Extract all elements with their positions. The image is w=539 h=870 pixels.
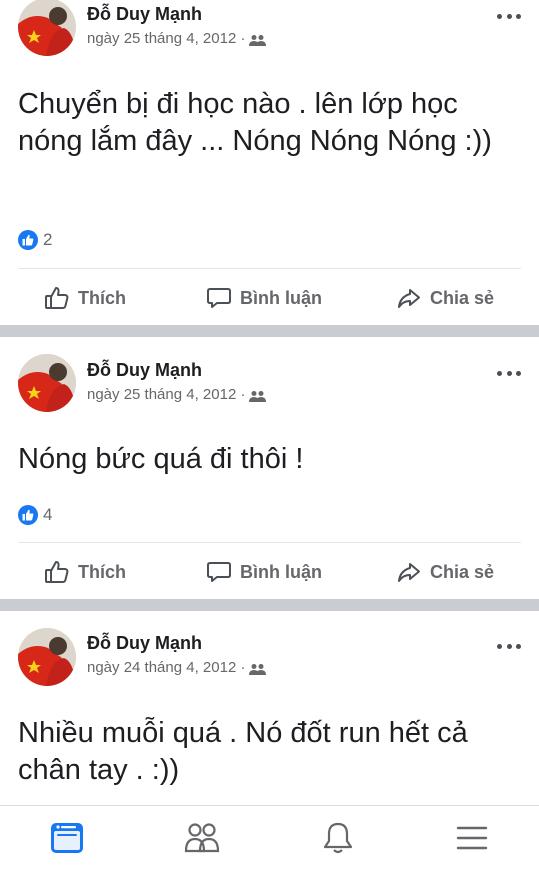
friends-icon[interactable]: [249, 662, 267, 675]
speech-bubble-icon: [206, 559, 232, 585]
friends-icon[interactable]: [249, 33, 267, 46]
comment-button[interactable]: Bình luận: [206, 552, 322, 592]
author-name[interactable]: Đỗ Duy Mạnh: [87, 4, 202, 25]
like-reaction-icon: [18, 505, 38, 525]
author-name[interactable]: Đỗ Duy Mạnh: [87, 360, 202, 381]
reaction-summary[interactable]: 4: [18, 505, 52, 525]
news-feed-icon[interactable]: [47, 820, 87, 856]
more-dots-icon[interactable]: [497, 642, 521, 650]
share-label: Chia sẻ: [430, 287, 495, 308]
divider: [18, 542, 521, 543]
friends-icon[interactable]: [182, 820, 222, 856]
like-count: 4: [43, 505, 53, 524]
like-button[interactable]: Thích: [44, 552, 126, 592]
post-actions: Thích Bình luận Chia sẻ: [0, 278, 539, 318]
share-button[interactable]: Chia sẻ: [396, 278, 494, 318]
friends-icon[interactable]: [249, 389, 267, 402]
post-separator: [0, 325, 539, 337]
avatar[interactable]: [18, 0, 76, 56]
reaction-summary[interactable]: 2: [18, 230, 52, 250]
thumbs-up-icon: [44, 559, 70, 585]
like-button[interactable]: Thích: [44, 278, 126, 318]
like-count: 2: [43, 230, 53, 249]
comment-label: Bình luận: [240, 561, 322, 582]
divider: [18, 268, 521, 269]
post-meta: ngày 24 tháng 4, 2012 ·: [87, 659, 267, 676]
thumbs-up-icon: [44, 285, 70, 311]
post-date[interactable]: ngày 25 tháng 4, 2012 ·: [87, 386, 245, 403]
more-dots-icon[interactable]: [497, 369, 521, 377]
post-meta: ngày 25 tháng 4, 2012 ·: [87, 30, 267, 47]
post-text: Nhiều muỗi quá . Nó đốt run hết cả chân …: [18, 717, 468, 786]
post-card: Đỗ Duy Mạnh ngày 25 tháng 4, 2012 · Chuy…: [0, 0, 539, 325]
speech-bubble-icon: [206, 285, 232, 311]
like-label: Thích: [78, 561, 126, 582]
post-date[interactable]: ngày 25 tháng 4, 2012 ·: [87, 30, 245, 47]
menu-icon[interactable]: [452, 820, 492, 856]
post-date[interactable]: ngày 24 tháng 4, 2012 ·: [87, 659, 245, 676]
like-reaction-icon: [18, 230, 38, 250]
comment-label: Bình luận: [240, 287, 322, 308]
share-arrow-icon: [396, 559, 422, 585]
like-label: Thích: [78, 287, 126, 308]
post-text: Chuyển bị đi học nào . lên lớp học nóng …: [18, 88, 492, 157]
share-arrow-icon: [396, 285, 422, 311]
share-button[interactable]: Chia sẻ: [396, 552, 494, 592]
comment-button[interactable]: Bình luận: [206, 278, 322, 318]
post-text: Nóng bức quá đi thôi !: [18, 443, 304, 475]
notifications-bell-icon[interactable]: [318, 820, 358, 856]
post-card: Đỗ Duy Mạnh ngày 25 tháng 4, 2012 · Nóng…: [0, 337, 539, 599]
bottom-navigation: [0, 805, 539, 870]
share-label: Chia sẻ: [430, 561, 495, 582]
post-actions: Thích Bình luận Chia sẻ: [0, 552, 539, 592]
avatar[interactable]: [18, 628, 76, 686]
more-dots-icon[interactable]: [497, 12, 521, 20]
post-card: Đỗ Duy Mạnh ngày 24 tháng 4, 2012 · Nhiề…: [0, 611, 539, 805]
post-separator: [0, 599, 539, 611]
author-name[interactable]: Đỗ Duy Mạnh: [87, 633, 202, 654]
avatar[interactable]: [18, 354, 76, 412]
post-meta: ngày 25 tháng 4, 2012 ·: [87, 386, 267, 403]
